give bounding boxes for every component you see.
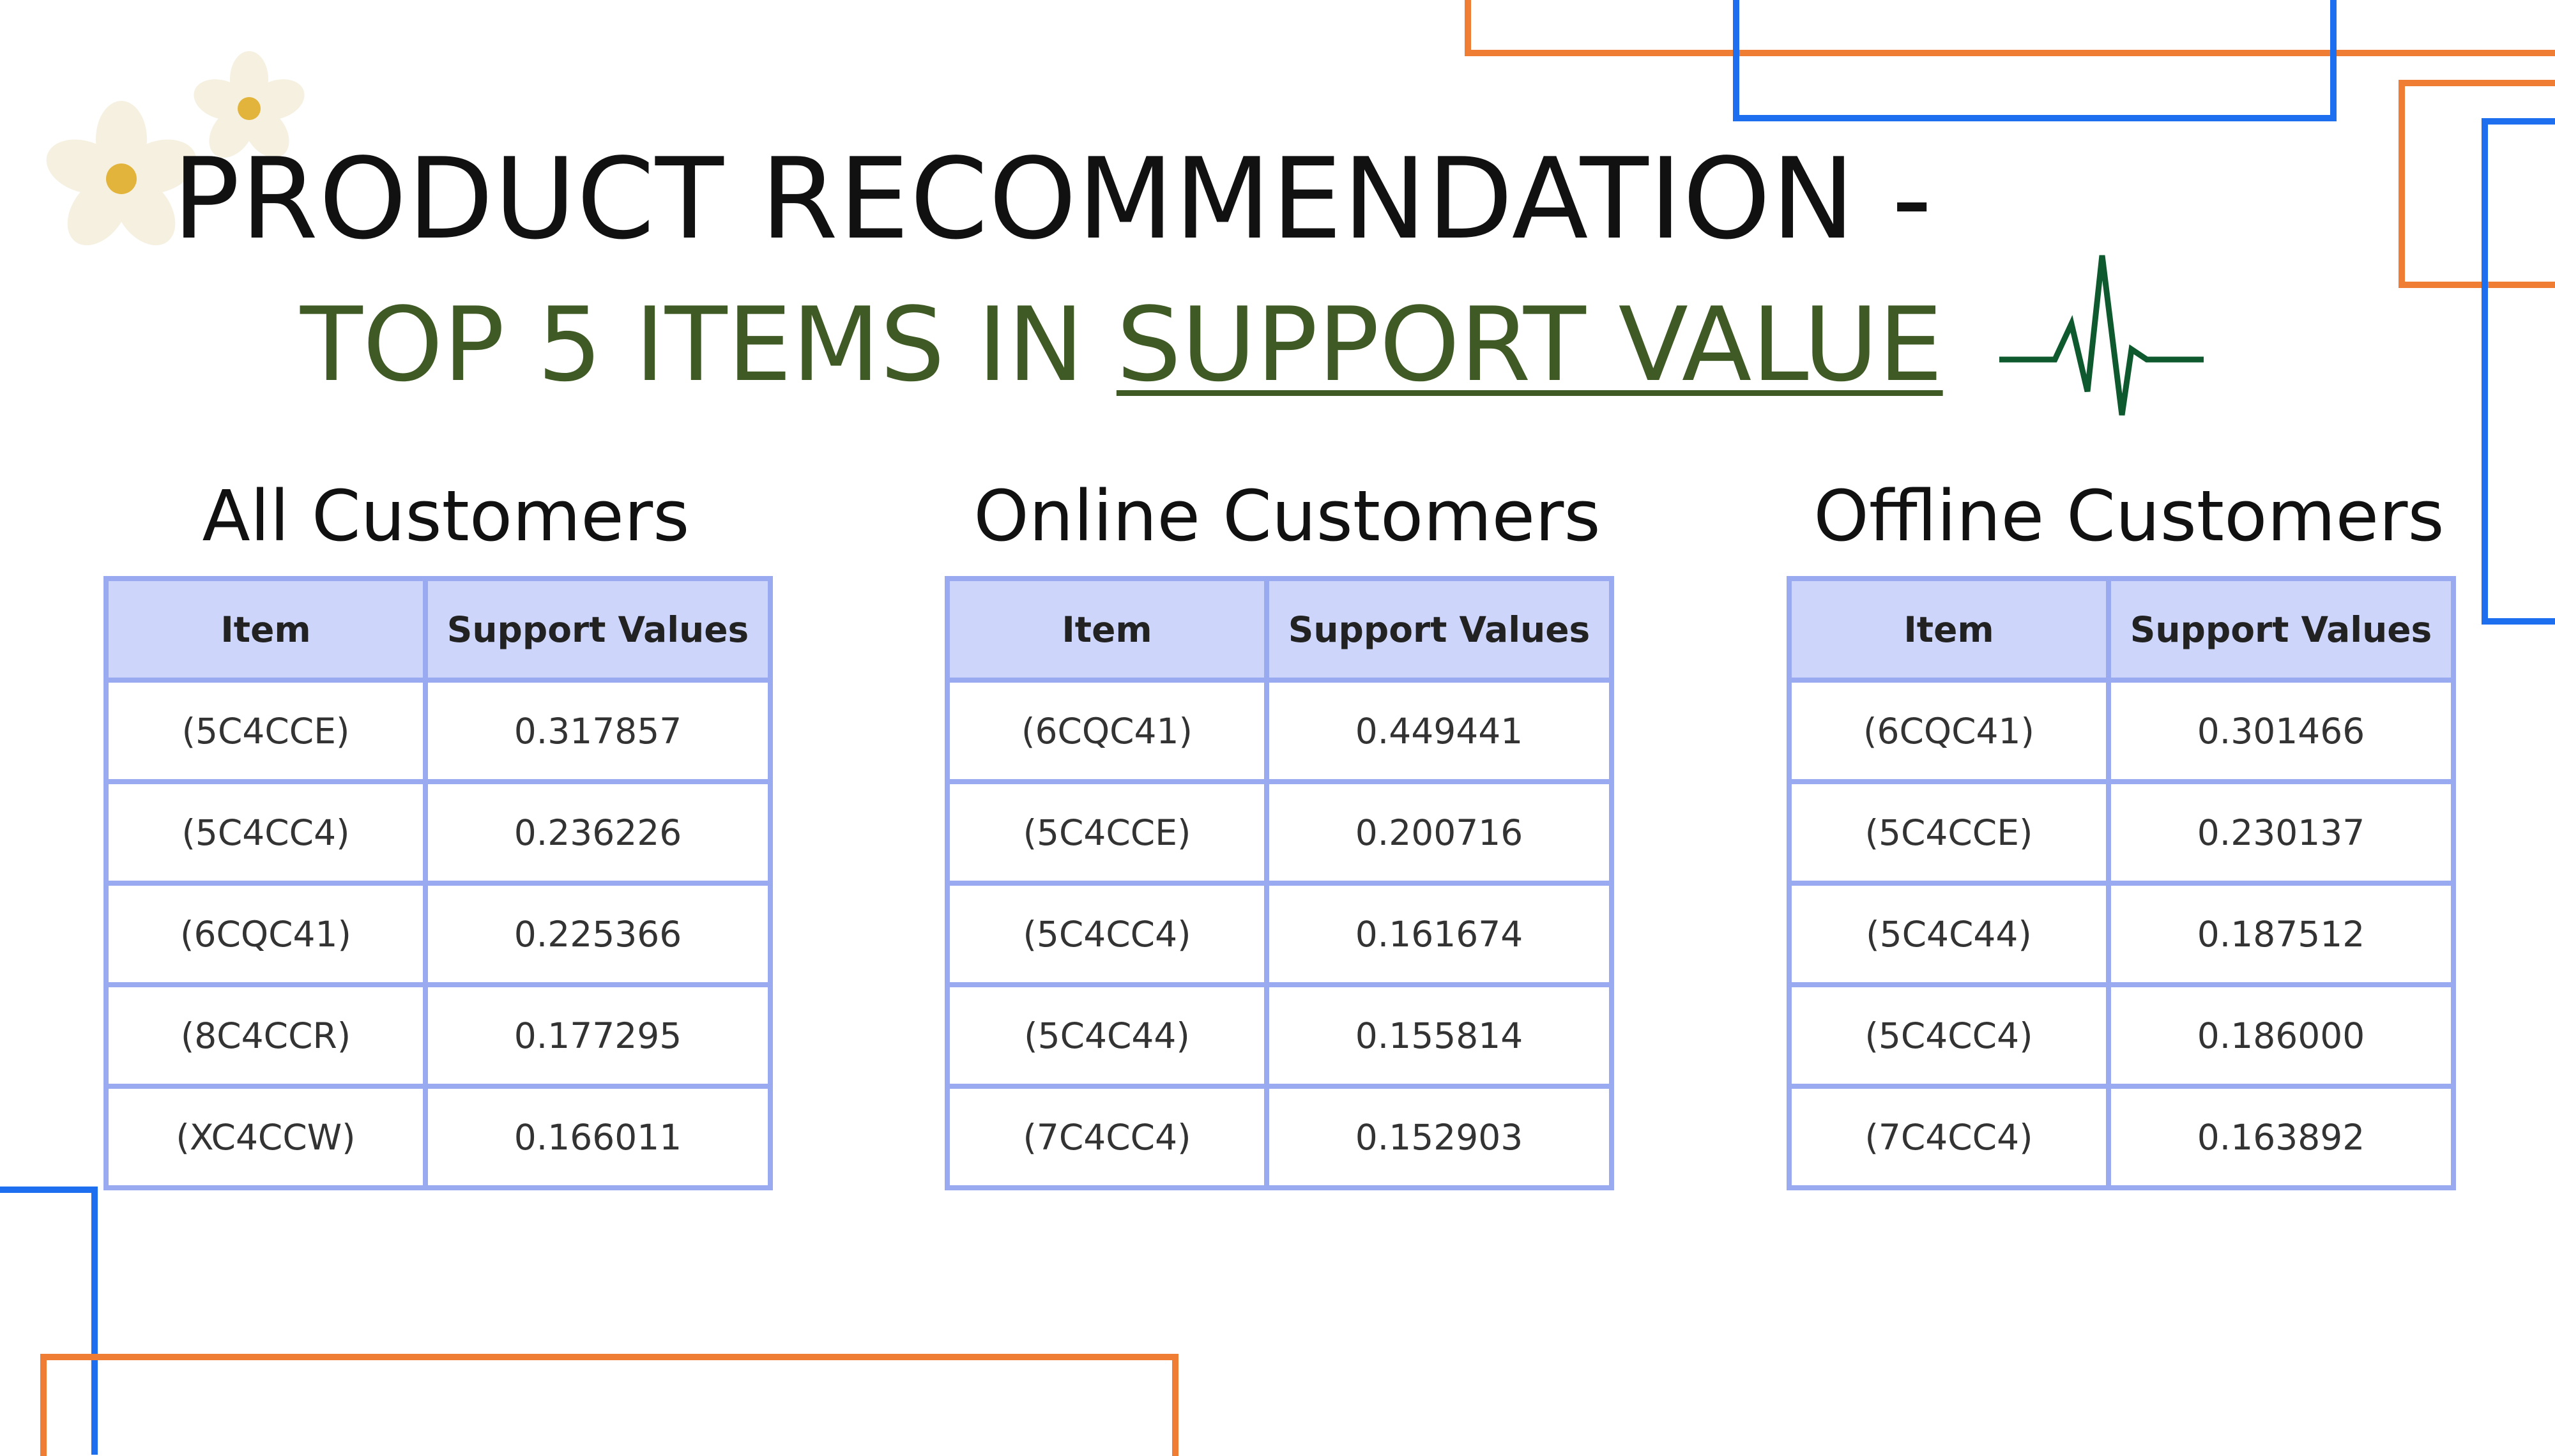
section-title-all-customers: All Customers	[202, 475, 690, 557]
item-cell: (6CQC41)	[1787, 678, 2111, 784]
item-cell: (5C4CC4)	[1787, 982, 2111, 1089]
subtitle-prefix: TOP 5 ITEMS IN	[300, 285, 1117, 404]
section-title-offline-customers: Offline Customers	[1813, 475, 2444, 557]
decor-blue-frame-right	[2482, 118, 2555, 625]
table-row: (6CQC41) 0.225366	[103, 881, 773, 987]
item-cell: (5C4CC4)	[945, 881, 1269, 987]
table-header-row: Item Support Values	[103, 576, 773, 683]
table-row: (8C4CCR) 0.177295	[103, 982, 773, 1089]
table-header-row: Item Support Values	[1787, 576, 2456, 683]
item-cell: (6CQC41)	[945, 678, 1269, 784]
item-cell: (7C4CC4)	[1787, 1084, 2111, 1190]
table-row: (7C4CC4) 0.163892	[1787, 1084, 2456, 1190]
item-cell: (7C4CC4)	[945, 1084, 1269, 1190]
table-row: (5C4C44) 0.187512	[1787, 881, 2456, 987]
item-cell: (5C4CC4)	[103, 779, 428, 886]
item-cell: (5C4CCE)	[945, 779, 1269, 886]
header-item: Item	[103, 576, 428, 683]
header-item: Item	[1787, 576, 2111, 683]
table-row: (5C4CC4) 0.161674	[945, 881, 1614, 987]
support-value-cell: 0.166011	[423, 1084, 773, 1190]
header-support-values: Support Values	[423, 576, 773, 683]
support-value-cell: 0.161674	[1264, 881, 1614, 987]
support-value-cell: 0.187512	[2106, 881, 2456, 987]
table-row: (5C4CC4) 0.186000	[1787, 982, 2456, 1089]
header-item: Item	[945, 576, 1269, 683]
table-row: (6CQC41) 0.301466	[1787, 678, 2456, 784]
item-cell: (XC4CCW)	[103, 1084, 428, 1190]
table-all-customers: Item Support Values (5C4CCE) 0.317857 (5C…	[103, 576, 773, 1190]
page-subtitle: TOP 5 ITEMS IN SUPPORT VALUE	[300, 294, 1943, 396]
support-value-cell: 0.236226	[423, 779, 773, 886]
table-row: (6CQC41) 0.449441	[945, 678, 1614, 784]
table-online-customers: Item Support Values (6CQC41) 0.449441 (5C…	[945, 576, 1614, 1190]
support-value-cell: 0.186000	[2106, 982, 2456, 1089]
table-header-row: Item Support Values	[945, 576, 1614, 683]
support-value-cell: 0.152903	[1264, 1084, 1614, 1190]
table-row: (5C4CCE) 0.200716	[945, 779, 1614, 886]
table-row: (5C4CCE) 0.317857	[103, 678, 773, 784]
subtitle-underlined: SUPPORT VALUE	[1116, 285, 1943, 404]
table-row: (5C4C44) 0.155814	[945, 982, 1614, 1089]
heartbeat-pulse-icon	[1999, 255, 2204, 416]
support-value-cell: 0.230137	[2106, 779, 2456, 886]
support-value-cell: 0.449441	[1264, 678, 1614, 784]
section-title-online-customers: Online Customers	[973, 475, 1601, 557]
table-row: (XC4CCW) 0.166011	[103, 1084, 773, 1190]
item-cell: (8C4CCR)	[103, 982, 428, 1089]
table-offline-customers: Item Support Values (6CQC41) 0.301466 (5C…	[1787, 576, 2456, 1190]
header-support-values: Support Values	[2106, 576, 2456, 683]
support-value-cell: 0.177295	[423, 982, 773, 1089]
item-cell: (5C4C44)	[1787, 881, 2111, 987]
decor-orange-frame-bottom	[40, 1354, 1178, 1456]
table-row: (7C4CC4) 0.152903	[945, 1084, 1614, 1190]
support-value-cell: 0.163892	[2106, 1084, 2456, 1190]
support-value-cell: 0.317857	[423, 678, 773, 784]
page-title: PRODUCT RECOMMENDATION -	[172, 135, 1933, 264]
support-value-cell: 0.155814	[1264, 982, 1614, 1089]
support-value-cell: 0.225366	[423, 881, 773, 987]
item-cell: (5C4CCE)	[1787, 779, 2111, 886]
table-row: (5C4CC4) 0.236226	[103, 779, 773, 886]
decor-blue-frame-top	[1733, 0, 2337, 121]
support-value-cell: 0.301466	[2106, 678, 2456, 784]
support-value-cell: 0.200716	[1264, 779, 1614, 886]
table-row: (5C4CCE) 0.230137	[1787, 779, 2456, 886]
item-cell: (6CQC41)	[103, 881, 428, 987]
header-support-values: Support Values	[1264, 576, 1614, 683]
item-cell: (5C4C44)	[945, 982, 1269, 1089]
item-cell: (5C4CCE)	[103, 678, 428, 784]
